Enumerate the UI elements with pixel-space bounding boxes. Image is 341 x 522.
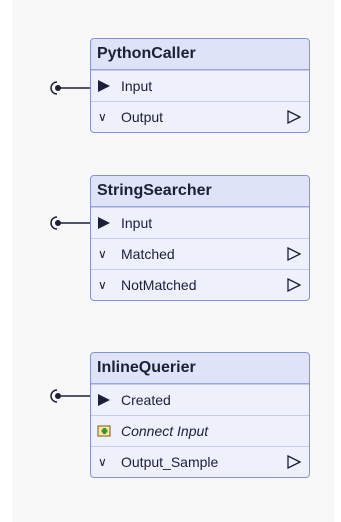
output-port-label: Output_Sample bbox=[121, 454, 219, 470]
input-arrow-icon bbox=[98, 80, 110, 92]
output-triangle-icon[interactable] bbox=[287, 455, 301, 469]
connect-input-port[interactable]: Connect Input bbox=[91, 415, 309, 446]
input-connector[interactable] bbox=[50, 388, 95, 404]
input-connector[interactable] bbox=[50, 215, 95, 231]
output-triangle-icon[interactable] bbox=[287, 110, 301, 124]
output-triangle-icon[interactable] bbox=[287, 278, 301, 292]
output-port[interactable]: ∨ NotMatched bbox=[91, 269, 309, 300]
node-title: StringSearcher bbox=[91, 176, 309, 207]
node-title: PythonCaller bbox=[91, 39, 309, 70]
input-arrow-icon bbox=[98, 394, 110, 406]
output-port-label: Matched bbox=[121, 246, 175, 262]
chevron-down-icon[interactable]: ∨ bbox=[98, 239, 107, 269]
inlinequerier-node[interactable]: InlineQuerier Created Connect Input ∨ Ou… bbox=[90, 352, 310, 478]
stringsearcher-node[interactable]: StringSearcher Input ∨ Matched ∨ NotMatc… bbox=[90, 175, 310, 301]
chevron-down-icon[interactable]: ∨ bbox=[98, 102, 107, 132]
input-port-label: Input bbox=[121, 215, 153, 231]
input-port[interactable]: Input bbox=[91, 70, 309, 101]
input-connector[interactable] bbox=[50, 80, 95, 96]
input-port[interactable]: Created bbox=[91, 384, 309, 415]
output-port-label: Output bbox=[121, 109, 164, 125]
pythoncaller-node[interactable]: PythonCaller Input ∨ Output bbox=[90, 38, 310, 133]
output-port[interactable]: ∨ Matched bbox=[91, 238, 309, 269]
input-port-label: Input bbox=[121, 78, 153, 94]
input-port[interactable]: Input bbox=[91, 207, 309, 238]
chevron-down-icon[interactable]: ∨ bbox=[98, 270, 107, 300]
output-triangle-icon[interactable] bbox=[287, 247, 301, 261]
connect-input-icon bbox=[97, 425, 111, 437]
output-port-label: NotMatched bbox=[121, 277, 197, 293]
output-port[interactable]: ∨ Output bbox=[91, 101, 309, 132]
chevron-down-icon[interactable]: ∨ bbox=[98, 447, 107, 477]
input-arrow-icon bbox=[98, 217, 110, 229]
connect-input-label: Connect Input bbox=[121, 423, 209, 439]
input-port-label: Created bbox=[121, 392, 171, 408]
node-title: InlineQuerier bbox=[91, 353, 309, 384]
output-port[interactable]: ∨ Output_Sample bbox=[91, 446, 309, 477]
